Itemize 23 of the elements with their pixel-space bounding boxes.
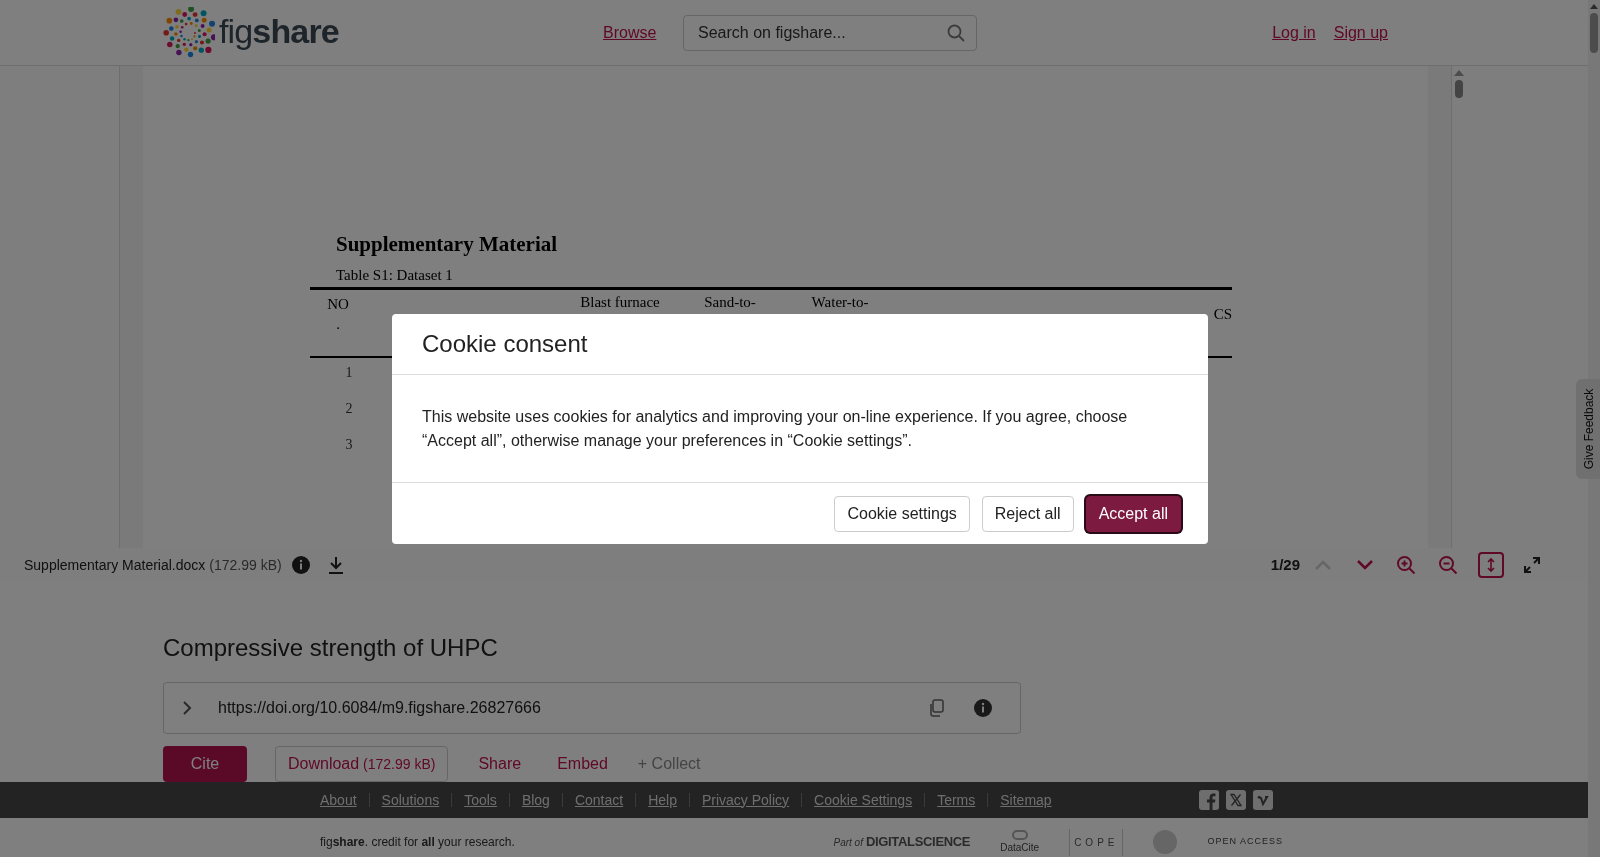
partner-logo: COPE <box>1069 828 1124 856</box>
row-number: 3 <box>344 436 354 454</box>
feedback-label: Give Feedback <box>1581 388 1597 470</box>
column-heading: Water-to- <box>810 293 870 312</box>
column-heading: Blast furnace <box>579 293 661 312</box>
partner-logo: DIGITALSCIENCE <box>865 833 971 852</box>
page-counter: 1/29 <box>1270 554 1300 575</box>
column-heading: CS <box>1212 305 1234 324</box>
footer-tagline: figshare. credit for all your research. <box>320 834 515 851</box>
partner-logo: DataCite <box>1000 840 1040 855</box>
item-title: Compressive strength of UHPC <box>163 633 499 663</box>
file-name: Supplementary Material.docx <box>24 555 206 575</box>
file-size: (172.99 kB) <box>209 555 282 575</box>
dialog-message: This website uses cookies for analytics and improving your on-line experience. If you agree, choose “Accept all”, otherwise manage your preferences in “Cookie settings”. <box>422 406 1129 451</box>
partner-logo: OPEN ACCESS <box>1207 835 1283 849</box>
column-heading: Sand-to- <box>703 293 757 312</box>
column-heading: NO . <box>326 295 350 334</box>
dialog-title: Cookie consent <box>422 329 588 359</box>
table-caption: Table S1: Dataset 1 <box>335 265 454 285</box>
row-number: 1 <box>344 364 354 382</box>
document-heading: Supplementary Material <box>335 231 559 258</box>
partner-label: Part of <box>833 836 863 851</box>
row-number: 2 <box>344 400 354 418</box>
